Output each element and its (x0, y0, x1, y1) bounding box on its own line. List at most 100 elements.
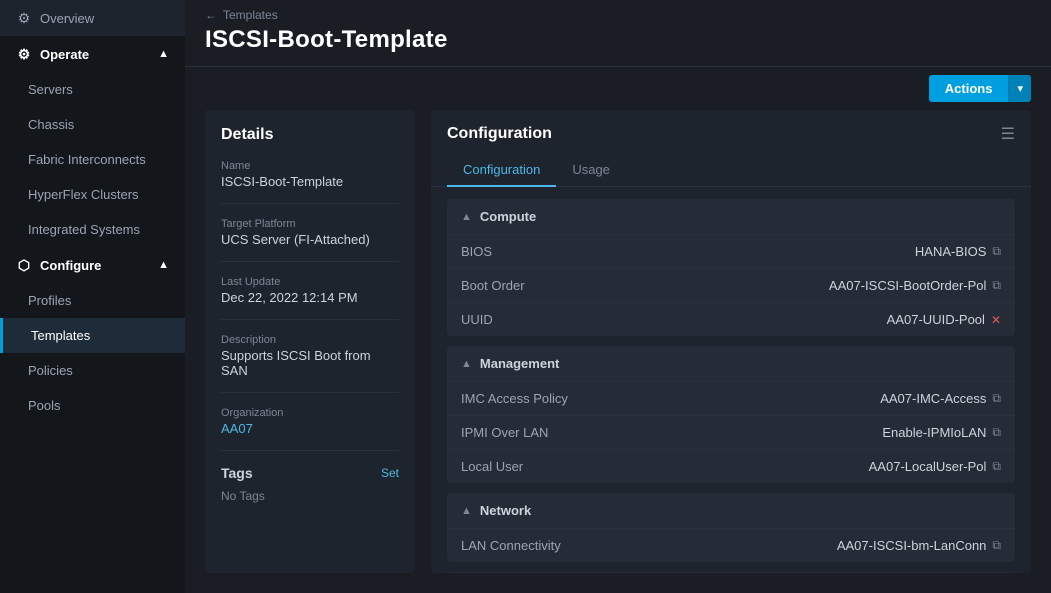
row-ipmi-lan-value: Enable-IPMIoLAN ⧉ (882, 425, 1001, 440)
sidebar-item-overview-label: Overview (40, 11, 94, 26)
sidebar-item-integrated-systems-label: Integrated Systems (28, 222, 140, 237)
detail-description-field: Description Supports ISCSI Boot from SAN (221, 334, 399, 378)
sidebar-item-configure[interactable]: ⬡ Configure ▲ (0, 247, 185, 283)
divider-3 (221, 319, 399, 320)
operate-chevron-icon: ▲ (158, 48, 169, 60)
configure-chevron-icon: ▲ (158, 259, 169, 271)
sidebar-item-servers-label: Servers (28, 82, 73, 97)
section-network: ▲ Network LAN Connectivity AA07-ISCSI-bm… (447, 493, 1015, 562)
sidebar-item-profiles-label: Profiles (28, 293, 71, 308)
row-local-user-label: Local User (461, 459, 523, 474)
detail-name-label: Name (221, 160, 399, 172)
sidebar-item-integrated-systems[interactable]: Integrated Systems (0, 212, 185, 247)
divider-4 (221, 392, 399, 393)
divider-1 (221, 203, 399, 204)
sidebar-item-hyperflex-clusters-label: HyperFlex Clusters (28, 187, 139, 202)
tab-configuration[interactable]: Configuration (447, 154, 556, 187)
table-row: LAN Connectivity AA07-ISCSI-bm-LanConn ⧉ (447, 528, 1015, 562)
sidebar-item-fabric-interconnects-label: Fabric Interconnects (28, 152, 146, 167)
sidebar-item-profiles[interactable]: Profiles (0, 283, 185, 318)
row-bios-label: BIOS (461, 244, 492, 259)
sidebar-item-templates-label: Templates (31, 328, 90, 343)
detail-name-field: Name ISCSI-Boot-Template (221, 160, 399, 189)
divider-2 (221, 261, 399, 262)
sidebar-item-fabric-interconnects[interactable]: Fabric Interconnects (0, 142, 185, 177)
config-expand-icon[interactable]: ☰ (1001, 124, 1015, 144)
compute-chevron-icon: ▲ (461, 211, 472, 223)
copy-boot-order-icon[interactable]: ⧉ (992, 278, 1001, 293)
management-chevron-icon: ▲ (461, 358, 472, 370)
copy-ipmi-lan-icon[interactable]: ⧉ (992, 425, 1001, 440)
section-management-title: Management (480, 356, 559, 371)
section-network-header[interactable]: ▲ Network (447, 493, 1015, 528)
row-imc-access-label: IMC Access Policy (461, 391, 568, 406)
section-compute: ▲ Compute BIOS HANA-BIOS ⧉ Boot Order A (447, 199, 1015, 336)
config-header: Configuration ☰ (431, 110, 1031, 144)
sidebar-item-operate[interactable]: ⚙ Operate ▲ (0, 36, 185, 72)
tab-usage[interactable]: Usage (556, 154, 626, 187)
sidebar-item-operate-label: Operate (40, 47, 89, 62)
detail-target-platform-value: UCS Server (FI-Attached) (221, 232, 399, 247)
copy-imc-access-icon[interactable]: ⧉ (992, 391, 1001, 406)
detail-description-value: Supports ISCSI Boot from SAN (221, 348, 399, 378)
overview-icon: ⚙ (16, 10, 32, 26)
sidebar-item-templates[interactable]: Templates (0, 318, 185, 353)
sidebar-item-chassis-label: Chassis (28, 117, 74, 132)
detail-organization-value[interactable]: AA07 (221, 421, 399, 436)
row-boot-order-label: Boot Order (461, 278, 525, 293)
copy-lan-connectivity-icon[interactable]: ⧉ (992, 538, 1001, 553)
config-panel: Configuration ☰ Configuration Usage ▲ Co… (431, 110, 1031, 573)
breadcrumb-arrow-icon: ← (205, 8, 217, 22)
detail-last-update-field: Last Update Dec 22, 2022 12:14 PM (221, 276, 399, 305)
row-uuid-value: AA07-UUID-Pool ✕ (887, 312, 1001, 327)
section-management-header[interactable]: ▲ Management (447, 346, 1015, 381)
actions-dropdown-button[interactable]: ▾ (1008, 75, 1031, 102)
section-storage-header[interactable]: ▲ Storage (447, 572, 1015, 573)
table-row: Local User AA07-LocalUser-Pol ⧉ (447, 449, 1015, 483)
remove-uuid-icon[interactable]: ✕ (991, 313, 1001, 327)
detail-description-label: Description (221, 334, 399, 346)
detail-organization-label: Organization (221, 407, 399, 419)
copy-local-user-icon[interactable]: ⧉ (992, 459, 1001, 474)
sidebar-item-pools-label: Pools (28, 398, 61, 413)
tags-set-button[interactable]: Set (381, 466, 399, 480)
details-panel: Details Name ISCSI-Boot-Template Target … (205, 110, 415, 573)
sidebar-item-policies[interactable]: Policies (0, 353, 185, 388)
sidebar-item-servers[interactable]: Servers (0, 72, 185, 107)
sidebar-item-configure-label: Configure (40, 258, 101, 273)
actions-btn-group: Actions ▾ (929, 75, 1031, 102)
tags-row: Tags Set (221, 465, 399, 481)
table-row: IPMI Over LAN Enable-IPMIoLAN ⧉ (447, 415, 1015, 449)
content-area: Details Name ISCSI-Boot-Template Target … (185, 110, 1051, 593)
sidebar-item-chassis[interactable]: Chassis (0, 107, 185, 142)
detail-target-platform-field: Target Platform UCS Server (FI-Attached) (221, 218, 399, 247)
sidebar-item-hyperflex-clusters[interactable]: HyperFlex Clusters (0, 177, 185, 212)
sidebar-item-overview[interactable]: ⚙ Overview (0, 0, 185, 36)
detail-organization-field: Organization AA07 (221, 407, 399, 436)
main-area: ← Templates ISCSI-Boot-Template Actions … (185, 0, 1051, 593)
top-header: ← Templates ISCSI-Boot-Template (185, 0, 1051, 67)
row-imc-access-value: AA07-IMC-Access ⧉ (880, 391, 1001, 406)
section-compute-header[interactable]: ▲ Compute (447, 199, 1015, 234)
actions-button[interactable]: Actions (929, 75, 1009, 102)
divider-5 (221, 450, 399, 451)
row-lan-connectivity-value: AA07-ISCSI-bm-LanConn ⧉ (837, 538, 1001, 553)
detail-name-value: ISCSI-Boot-Template (221, 174, 399, 189)
section-storage: ▲ Storage (447, 572, 1015, 573)
breadcrumb: ← Templates (205, 8, 1031, 22)
section-network-title: Network (480, 503, 531, 518)
row-ipmi-lan-label: IPMI Over LAN (461, 425, 548, 440)
row-boot-order-value: AA07-ISCSI-BootOrder-Pol ⧉ (829, 278, 1001, 293)
copy-bios-icon[interactable]: ⧉ (992, 244, 1001, 259)
detail-target-platform-label: Target Platform (221, 218, 399, 230)
sidebar-item-pools[interactable]: Pools (0, 388, 185, 423)
row-bios-value: HANA-BIOS ⧉ (915, 244, 1001, 259)
breadcrumb-parent-link[interactable]: Templates (223, 8, 278, 22)
detail-last-update-value: Dec 22, 2022 12:14 PM (221, 290, 399, 305)
config-content: ▲ Compute BIOS HANA-BIOS ⧉ Boot Order A (431, 187, 1031, 573)
detail-last-update-label: Last Update (221, 276, 399, 288)
page-title: ISCSI-Boot-Template (205, 26, 1031, 54)
operate-icon: ⚙ (16, 46, 32, 62)
section-management: ▲ Management IMC Access Policy AA07-IMC-… (447, 346, 1015, 483)
row-uuid-label: UUID (461, 312, 493, 327)
